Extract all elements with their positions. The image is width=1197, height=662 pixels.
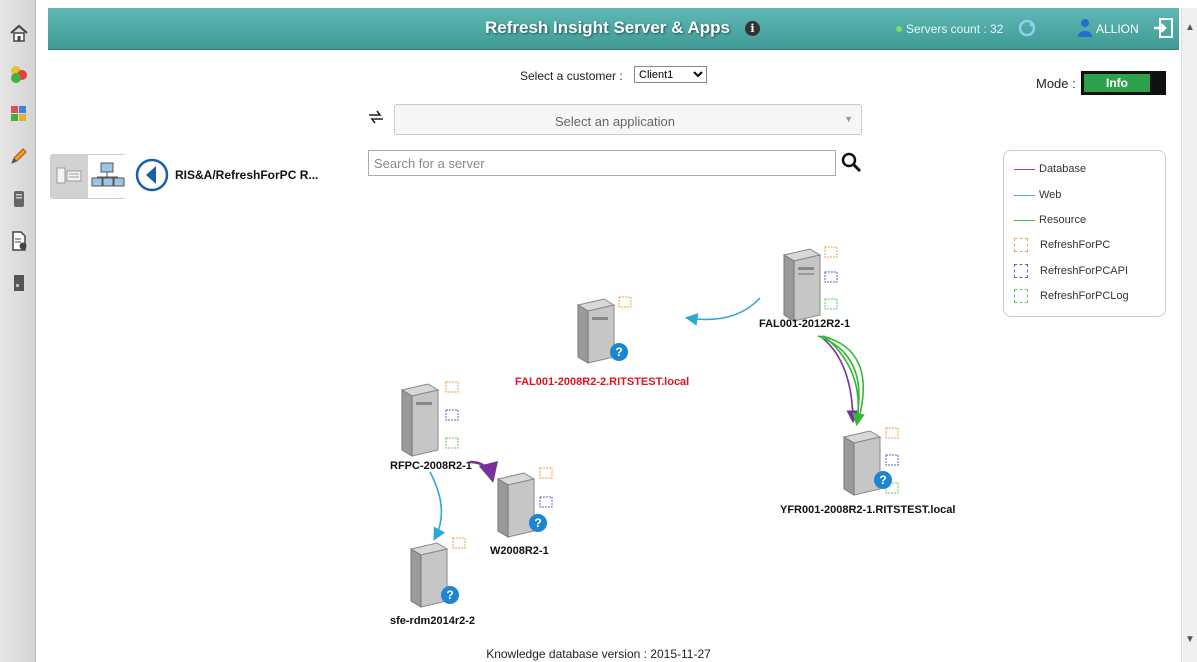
puzzle-icon[interactable] xyxy=(8,103,30,125)
legend-swatch xyxy=(1014,194,1035,196)
svg-text:?: ? xyxy=(615,345,622,359)
server-label[interactable]: W2008R2-1 xyxy=(490,545,549,557)
user-name[interactable]: ALLION xyxy=(1096,22,1139,36)
server-icon: ? xyxy=(576,296,632,364)
server-icon[interactable] xyxy=(8,188,30,210)
server-icon: ? xyxy=(842,427,899,496)
refresh-icon[interactable] xyxy=(1018,19,1036,37)
legend-label: RefreshForPCAPI xyxy=(1040,265,1129,277)
server-icon: ? xyxy=(409,537,466,608)
footer-version: Knowledge database version : 2015-11-27 xyxy=(486,647,711,661)
legend-label: RefreshForPC xyxy=(1040,239,1111,251)
server-label[interactable]: YFR001-2008R2-1.RITSTEST.local xyxy=(780,504,955,516)
legend-item-resource: Resource xyxy=(1014,212,1086,228)
mode-value: Info xyxy=(1084,74,1150,92)
scroll-up-icon[interactable]: ▲ xyxy=(1185,22,1195,33)
status-dot-icon xyxy=(896,26,902,32)
legend-label: RefreshForPCLog xyxy=(1040,290,1129,302)
customer-label: Select a customer : xyxy=(520,69,623,83)
search-icon[interactable] xyxy=(840,151,862,173)
server-node[interactable]: ? xyxy=(407,535,477,615)
server-icon: ? xyxy=(496,467,553,538)
legend: Database Web Resource RefreshForPC Refre… xyxy=(1003,150,1166,317)
header-bar: Refresh Insight Server & Apps i Servers … xyxy=(48,8,1179,50)
report-icon[interactable] xyxy=(8,230,30,252)
server-label[interactable]: RFPC-2008R2-1 xyxy=(390,460,472,472)
server-node[interactable]: ? xyxy=(840,425,910,505)
svg-text:?: ? xyxy=(879,473,886,487)
application-select-placeholder: Select an application xyxy=(555,114,675,129)
legend-swatch xyxy=(1014,219,1035,221)
resource-link xyxy=(823,335,865,427)
sidebar xyxy=(0,0,36,662)
server-label[interactable]: FAL001-2012R2-1 xyxy=(759,318,850,330)
db-link xyxy=(469,460,499,483)
back-button[interactable] xyxy=(135,158,169,192)
mode-toggle[interactable]: Info xyxy=(1081,71,1166,95)
svg-text:?: ? xyxy=(446,588,453,602)
search-input[interactable] xyxy=(368,150,836,176)
list-view-button[interactable] xyxy=(51,155,88,198)
server-node[interactable]: ? xyxy=(574,295,644,375)
resource-link xyxy=(821,335,865,423)
app-badge-icon xyxy=(1014,264,1028,278)
legend-label: Database xyxy=(1039,163,1087,175)
servers-count: Servers count : 32 xyxy=(906,22,1004,36)
document-icon[interactable] xyxy=(8,272,30,294)
breadcrumb: RIS&A/RefreshForPC R... xyxy=(175,168,319,182)
svg-text:?: ? xyxy=(534,516,541,530)
pencil-icon[interactable] xyxy=(8,145,30,167)
legend-label: Web xyxy=(1039,189,1062,201)
app-badge-icon xyxy=(1014,238,1028,252)
server-node[interactable]: ? xyxy=(494,465,564,545)
view-toggle xyxy=(50,154,126,199)
app-badge-icon xyxy=(1014,289,1028,303)
page-title: Refresh Insight Server & Apps xyxy=(485,18,730,37)
apps-icon[interactable] xyxy=(8,63,30,85)
legend-item-web: Web xyxy=(1014,187,1061,203)
legend-item-refreshforpcapi: RefreshForPCAPI xyxy=(1014,263,1128,279)
application-select[interactable]: Select an application ▼ xyxy=(394,104,862,135)
web-link xyxy=(684,297,761,326)
info-icon[interactable]: i xyxy=(745,21,760,36)
home-icon[interactable] xyxy=(8,22,30,44)
db-link xyxy=(819,335,860,424)
scroll-down-icon[interactable]: ▼ xyxy=(1185,634,1195,645)
server-label[interactable]: sfe-rdm2014r2-2 xyxy=(390,615,475,627)
logout-icon[interactable] xyxy=(1152,17,1174,39)
legend-item-database: Database xyxy=(1014,161,1086,177)
chevron-down-icon: ▼ xyxy=(844,114,853,124)
server-icon xyxy=(400,381,459,457)
user-icon[interactable] xyxy=(1076,18,1094,38)
resource-link xyxy=(817,335,860,423)
server-node[interactable] xyxy=(398,380,468,460)
server-node[interactable] xyxy=(780,245,850,325)
vertical-scrollbar[interactable]: ▲ ▼ xyxy=(1181,8,1197,662)
mode-label: Mode : xyxy=(1036,76,1076,91)
web-link xyxy=(429,471,446,541)
customer-select[interactable]: Client1 xyxy=(634,66,707,83)
legend-item-refreshforpc: RefreshForPC xyxy=(1014,237,1110,253)
legend-item-refreshforpclog: RefreshForPCLog xyxy=(1014,288,1129,304)
server-label[interactable]: FAL001-2008R2-2.RITSTEST.local xyxy=(515,376,689,388)
network-view-button[interactable] xyxy=(89,155,126,198)
switch-icon[interactable] xyxy=(367,108,385,126)
server-icon xyxy=(782,246,838,322)
legend-swatch xyxy=(1014,168,1035,170)
app-window: Refresh Insight Server & Apps i Servers … xyxy=(0,0,1197,662)
legend-label: Resource xyxy=(1039,214,1087,226)
